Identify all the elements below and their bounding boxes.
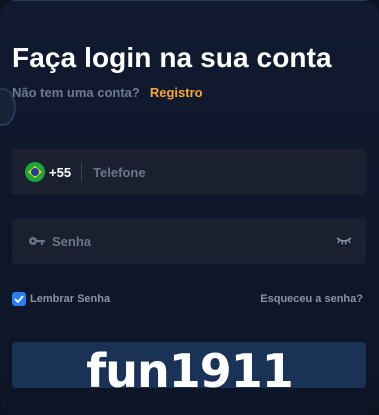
register-prompt: Não tem uma conta? Registro bbox=[12, 85, 203, 100]
brazil-flag-icon[interactable] bbox=[25, 162, 45, 182]
phone-field[interactable]: +55 Telefone bbox=[12, 149, 366, 195]
login-panel: Faça login na sua conta Não tem uma cont… bbox=[0, 0, 379, 415]
remember-label: Lembrar Senha bbox=[30, 293, 111, 305]
page-title: Faça login na sua conta bbox=[12, 42, 332, 73]
watermark: fun1911 bbox=[86, 344, 294, 398]
key-icon bbox=[29, 237, 45, 245]
panel-border bbox=[0, 0, 379, 9]
password-field[interactable]: Senha bbox=[12, 218, 366, 264]
forgot-password-link[interactable]: Esqueceu a senha? bbox=[260, 293, 363, 305]
register-link[interactable]: Registro bbox=[150, 85, 203, 100]
field-divider bbox=[81, 163, 83, 181]
remember-checkbox[interactable] bbox=[12, 292, 26, 306]
phone-input[interactable]: Telefone bbox=[93, 165, 146, 180]
check-icon bbox=[14, 295, 24, 303]
remember-password[interactable]: Lembrar Senha bbox=[12, 292, 110, 306]
no-account-text: Não tem uma conta? bbox=[12, 85, 140, 100]
password-input[interactable]: Senha bbox=[52, 234, 91, 249]
eye-closed-icon[interactable] bbox=[336, 236, 352, 246]
country-code[interactable]: +55 bbox=[49, 165, 71, 180]
